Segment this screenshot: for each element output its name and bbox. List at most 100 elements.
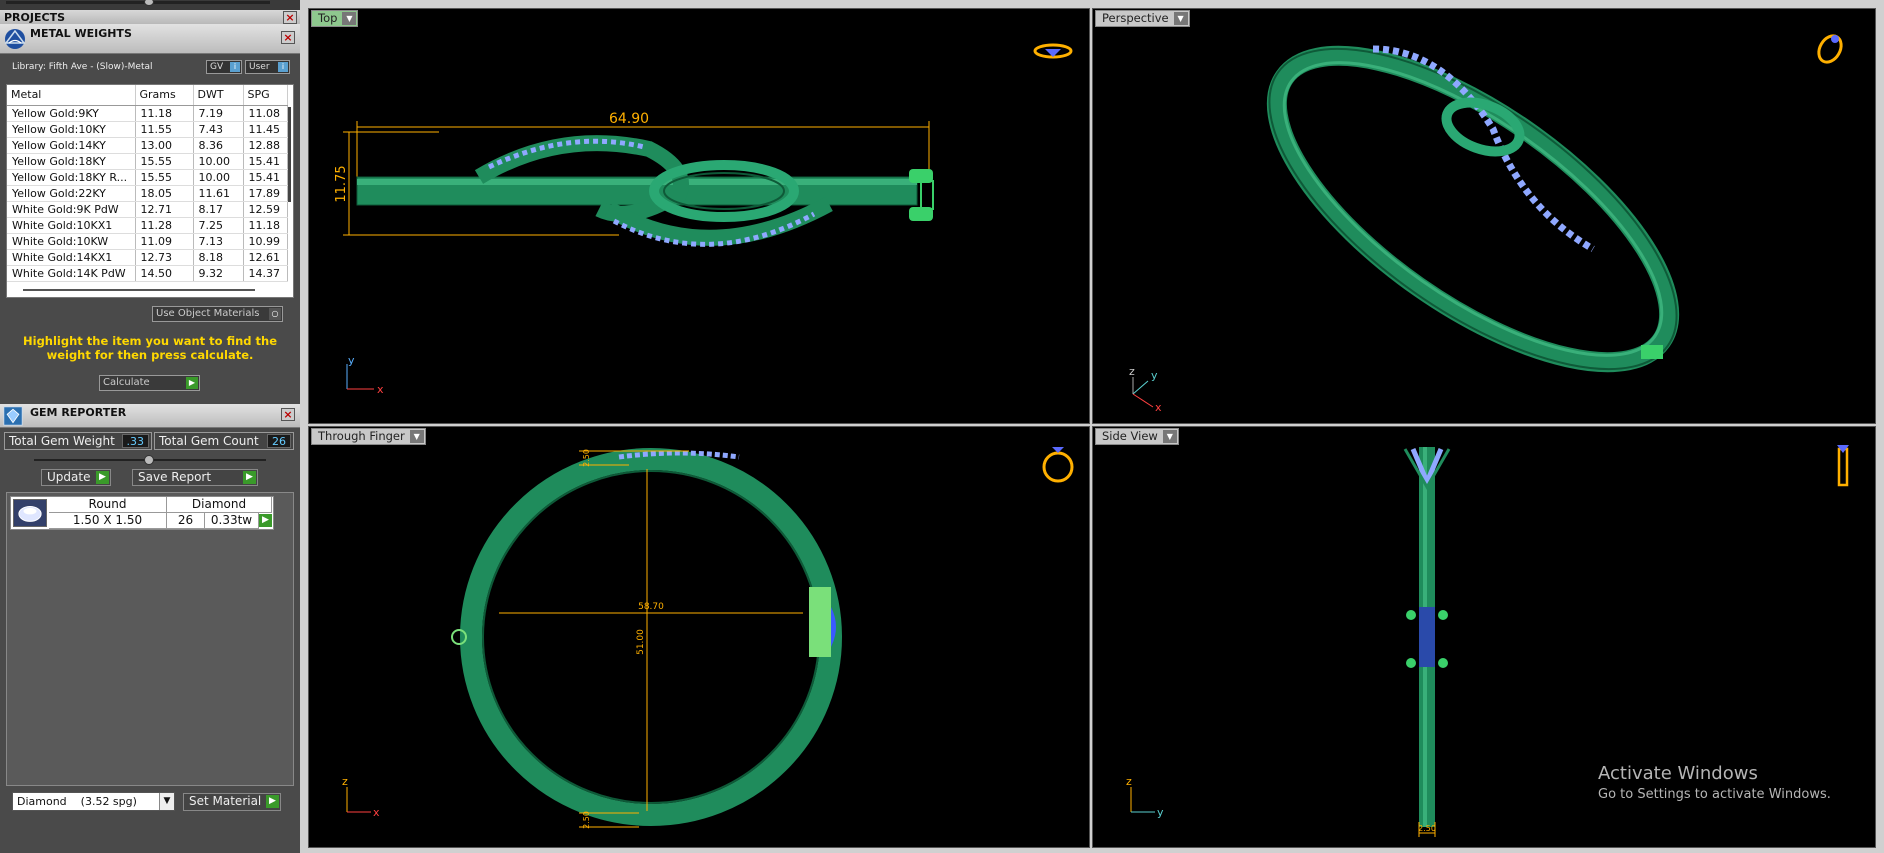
top-view-canvas[interactable]: 64.90 11.75 y x bbox=[309, 9, 1090, 424]
viewport-top-label[interactable]: Top ▼ bbox=[311, 10, 359, 27]
axis-x-label: x bbox=[373, 806, 380, 819]
table-row[interactable]: White Gold:10KX1 11.28 7.25 11.18 bbox=[7, 217, 288, 234]
metal-weights-table[interactable]: Metal Grams DWT SPG Yellow Gold:9KY 11.18 7.1… bbox=[6, 84, 294, 298]
table-cell: White Gold:10KX1 bbox=[7, 217, 136, 234]
through-finger-canvas[interactable]: 58.70 51.00 2.50 2.50 z x bbox=[309, 427, 1090, 848]
ring-front-icon[interactable] bbox=[1042, 447, 1074, 483]
table-cell: 7.25 bbox=[193, 217, 244, 234]
metal-table-column-header[interactable]: Grams bbox=[135, 85, 194, 106]
metal-table-column-header[interactable]: DWT bbox=[193, 85, 244, 106]
viewport-top[interactable]: 64.90 11.75 y x Top ▼ bbox=[308, 8, 1090, 424]
gem-size: 1.50 X 1.50 bbox=[49, 513, 167, 529]
perspective-canvas[interactable]: y x z bbox=[1093, 9, 1876, 424]
metal-weights-close-icon[interactable]: × bbox=[281, 31, 295, 44]
metal-weights-header: METAL WEIGHTS bbox=[0, 24, 300, 54]
chevron-down-icon: ▼ bbox=[1162, 430, 1177, 443]
table-cell: 10.00 bbox=[193, 153, 244, 170]
table-cell: 8.18 bbox=[193, 249, 244, 266]
calculate-label: Calculate bbox=[103, 377, 150, 388]
table-row[interactable]: Yellow Gold:9KY 11.18 7.19 11.08 bbox=[7, 105, 288, 122]
ring-top-icon[interactable] bbox=[1033, 43, 1073, 59]
gem-list-item[interactable]: Round Diamond 1.50 X 1.50 26 0.33tw ▶ bbox=[10, 496, 274, 530]
metal-table-column-header[interactable]: Metal bbox=[7, 85, 136, 106]
table-row[interactable]: Yellow Gold:18KY 15.55 10.00 15.41 bbox=[7, 153, 288, 170]
table-cell: 10.00 bbox=[193, 169, 244, 186]
metal-table-vscroll[interactable] bbox=[288, 107, 291, 202]
table-cell: Yellow Gold:18KY R... bbox=[7, 169, 136, 186]
projects-title: PROJECTS bbox=[4, 11, 65, 24]
material-select[interactable]: Diamond (3.52 spg) ▼ bbox=[12, 792, 175, 811]
update-button[interactable]: Update ▶ bbox=[41, 469, 111, 486]
gem-type: Diamond bbox=[167, 497, 272, 513]
activate-windows-subtitle: Go to Settings to activate Windows. bbox=[1598, 787, 1831, 802]
table-cell: 12.71 bbox=[135, 201, 194, 218]
use-object-materials-toggle[interactable]: Use Object Materials ○ bbox=[152, 306, 283, 322]
axis-z-label: z bbox=[342, 775, 348, 788]
table-cell: Yellow Gold:14KY bbox=[7, 137, 136, 154]
finger-width-dimension: 58.70 bbox=[638, 602, 664, 612]
scroll-knob[interactable] bbox=[144, 0, 154, 6]
projects-close-icon[interactable]: × bbox=[283, 11, 297, 24]
gem-slider-knob[interactable] bbox=[144, 455, 154, 465]
calculate-button[interactable]: Calculate ▶ bbox=[99, 375, 200, 391]
viewport-through-finger-label[interactable]: Through Finger ▼ bbox=[311, 428, 426, 445]
gem-reporter-close-icon[interactable]: × bbox=[281, 408, 295, 421]
projects-header[interactable]: PROJECTS bbox=[0, 10, 300, 25]
viewport-through-finger[interactable]: 58.70 51.00 2.50 2.50 z x Through Finger… bbox=[308, 426, 1090, 848]
axis-y-label: y bbox=[1151, 369, 1158, 382]
finger-top-dimension: 2.50 bbox=[582, 449, 591, 467]
set-material-label: Set Material bbox=[189, 794, 262, 808]
activate-windows-title: Activate Windows bbox=[1598, 763, 1758, 784]
save-report-button[interactable]: Save Report ▶ bbox=[132, 469, 258, 486]
total-gem-weight-value: .33 bbox=[121, 434, 149, 448]
table-cell: 12.88 bbox=[243, 137, 288, 154]
play-arrow-icon: ▶ bbox=[186, 377, 198, 389]
ring-side-icon[interactable] bbox=[1837, 445, 1849, 487]
total-gem-weight-label: Total Gem Weight bbox=[9, 434, 115, 448]
table-cell: 11.61 bbox=[193, 185, 244, 202]
table-row[interactable]: Yellow Gold:14KY 13.00 8.36 12.88 bbox=[7, 137, 288, 154]
chevron-down-icon: ▼ bbox=[1173, 12, 1188, 25]
metal-table-column-header[interactable]: SPG bbox=[243, 85, 288, 106]
chevron-down-icon: ▼ bbox=[342, 12, 357, 25]
finger-bottom-dimension: 2.50 bbox=[582, 811, 591, 829]
table-row[interactable]: White Gold:10KW 11.09 7.13 10.99 bbox=[7, 233, 288, 250]
viewport-top-label-text: Top bbox=[318, 11, 338, 25]
chevron-down-icon: ▼ bbox=[159, 793, 174, 810]
table-row[interactable]: Yellow Gold:10KY 11.55 7.43 11.45 bbox=[7, 121, 288, 138]
viewport-side-label[interactable]: Side View ▼ bbox=[1095, 428, 1179, 445]
gem-slider[interactable] bbox=[34, 455, 266, 465]
table-cell: 15.41 bbox=[243, 153, 288, 170]
viewports-area: 64.90 11.75 y x Top ▼ y x z Perspective … bbox=[300, 0, 1884, 853]
table-cell: White Gold:14K PdW bbox=[7, 265, 136, 282]
gv-toggle-icon: i bbox=[230, 62, 240, 72]
set-material-button[interactable]: Set Material ▶ bbox=[183, 793, 281, 811]
axis-x-label: x bbox=[1155, 401, 1162, 414]
table-row[interactable]: White Gold:14KX1 12.73 8.18 12.61 bbox=[7, 249, 288, 266]
table-cell: 8.17 bbox=[193, 201, 244, 218]
ring-perspective-icon[interactable] bbox=[1814, 32, 1845, 66]
table-row[interactable]: Yellow Gold:18KY R... 15.55 10.00 15.41 bbox=[7, 169, 288, 186]
table-cell: 11.28 bbox=[135, 217, 194, 234]
table-row[interactable]: Yellow Gold:22KY 18.05 11.61 17.89 bbox=[7, 185, 288, 202]
metal-table-hscroll[interactable] bbox=[23, 289, 255, 291]
gv-toggle[interactable]: GV i bbox=[206, 60, 242, 74]
axis-indicator: z y bbox=[1126, 775, 1164, 819]
table-cell: 11.18 bbox=[243, 217, 288, 234]
table-cell: 18.05 bbox=[135, 185, 194, 202]
table-row[interactable]: White Gold:9K PdW 12.71 8.17 12.59 bbox=[7, 201, 288, 218]
viewport-perspective-label-text: Perspective bbox=[1102, 11, 1169, 25]
table-row[interactable]: White Gold:14K PdW 14.50 9.32 14.37 bbox=[7, 265, 288, 282]
gem-shape: Round bbox=[49, 497, 167, 513]
gem-list[interactable]: Round Diamond 1.50 X 1.50 26 0.33tw ▶ bbox=[6, 492, 294, 786]
viewport-perspective-label[interactable]: Perspective ▼ bbox=[1095, 10, 1190, 27]
play-arrow-icon[interactable]: ▶ bbox=[259, 514, 272, 527]
top-height-dimension: 11.75 bbox=[334, 165, 349, 202]
table-cell: 11.08 bbox=[243, 105, 288, 122]
user-toggle[interactable]: User i bbox=[245, 60, 290, 74]
table-cell: 15.55 bbox=[135, 153, 194, 170]
viewport-side-label-text: Side View bbox=[1102, 429, 1158, 443]
circle-toggle-icon: ○ bbox=[269, 308, 281, 320]
viewport-perspective[interactable]: y x z Perspective ▼ bbox=[1092, 8, 1876, 424]
panel-scrollbar[interactable] bbox=[0, 0, 300, 10]
